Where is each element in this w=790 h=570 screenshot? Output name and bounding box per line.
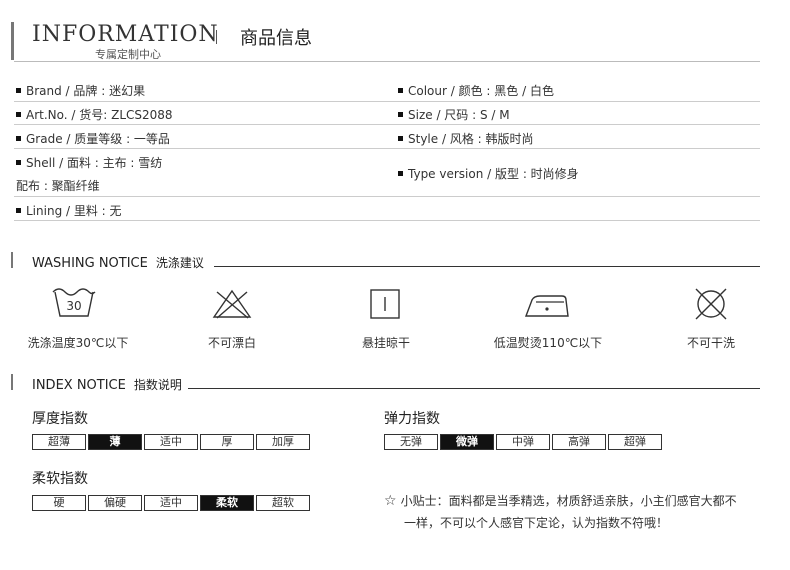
- tip-text: ☆ 小贴士：面料都是当季精选，材质舒适亲肤，小主们感官大都不 一样，不可以个人感官…: [384, 493, 737, 530]
- hang-dry-icon: [369, 288, 401, 320]
- info-divider: [14, 101, 760, 102]
- washing-accent-bar: [11, 252, 13, 268]
- header-title-en: INFORMATION: [32, 22, 219, 47]
- elasticity-title: 弹力指数: [384, 411, 440, 427]
- washing-rule: [214, 266, 760, 267]
- elasticity-option: 超弹: [608, 434, 662, 450]
- info-style: Style / 风格 : 韩版时尚: [398, 130, 534, 147]
- elasticity-option: 无弹: [384, 434, 438, 450]
- thickness-option: 厚: [200, 434, 254, 450]
- header-subtitle: 专属定制中心: [95, 48, 161, 61]
- elasticity-option: 微弹: [440, 434, 494, 450]
- hang-dry-label: 悬挂晾干: [361, 336, 410, 350]
- header-accent-bar: [11, 22, 14, 60]
- header-divider: [216, 30, 217, 44]
- thickness-option: 加厚: [256, 434, 310, 450]
- thickness-option: 适中: [144, 434, 198, 450]
- info-colour: Colour / 颜色 : 黑色 / 白色: [398, 82, 554, 99]
- wash-30-icon: 30: [51, 284, 97, 320]
- wash-label: 洗涤温度30℃以下: [27, 336, 129, 350]
- softness-option: 适中: [144, 495, 198, 511]
- softness-option: 柔软: [200, 495, 254, 511]
- header-title-cn: 商品信息: [240, 28, 312, 49]
- info-size: Size / 尺码 : S / M: [398, 106, 510, 123]
- softness-scale: 硬偏硬 适中 柔软 超软: [32, 495, 310, 511]
- thickness-scale: 超薄薄适中厚加厚: [32, 434, 310, 450]
- softness-option: 超软: [256, 495, 310, 511]
- no-bleach-label: 不可漂白: [207, 336, 256, 350]
- index-rule: [188, 388, 760, 389]
- index-title: INDEX NOTICE 指数说明: [32, 378, 182, 393]
- thickness-option: 薄: [88, 434, 142, 450]
- no-dry-clean-icon: [693, 287, 729, 321]
- info-shell-lining-fabric: 配布 : 聚酯纤维: [16, 179, 100, 193]
- info-lining: Lining / 里料 : 无: [16, 202, 122, 219]
- info-shell: Shell / 面料 : 主布 : 雪纺: [16, 154, 162, 171]
- svg-text:30: 30: [66, 299, 81, 313]
- iron-low-icon: [522, 292, 572, 320]
- info-brand: Brand / 品牌 : 迷幻果: [16, 82, 145, 99]
- softness-title: 柔软指数: [32, 471, 88, 487]
- header-underline: [14, 61, 760, 62]
- no-dry-clean-label: 不可干洗: [686, 336, 735, 350]
- elasticity-scale: 无弹 微弹 中弹 高弹 超弹: [384, 434, 662, 450]
- softness-option: 硬: [32, 495, 86, 511]
- elasticity-option: 中弹: [496, 434, 550, 450]
- no-bleach-icon: [211, 288, 253, 320]
- thickness-option: 超薄: [32, 434, 86, 450]
- info-divider: [14, 196, 760, 197]
- info-type-version: Type version / 版型 : 时尚修身: [398, 165, 579, 182]
- info-grade: Grade / 质量等级 : 一等品: [16, 130, 170, 147]
- washing-title: WASHING NOTICE 洗涤建议: [32, 256, 204, 271]
- softness-option: 偏硬: [88, 495, 142, 511]
- elasticity-option: 高弹: [552, 434, 606, 450]
- star-icon: ☆: [384, 493, 397, 509]
- index-accent-bar: [11, 374, 13, 390]
- info-divider: [14, 148, 760, 149]
- thickness-title: 厚度指数: [32, 411, 88, 427]
- info-divider: [14, 220, 760, 221]
- iron-label: 低温熨烫110℃以下: [493, 336, 603, 350]
- info-divider: [14, 124, 760, 125]
- info-artno: Art.No. / 货号: ZLCS2088: [16, 106, 173, 123]
